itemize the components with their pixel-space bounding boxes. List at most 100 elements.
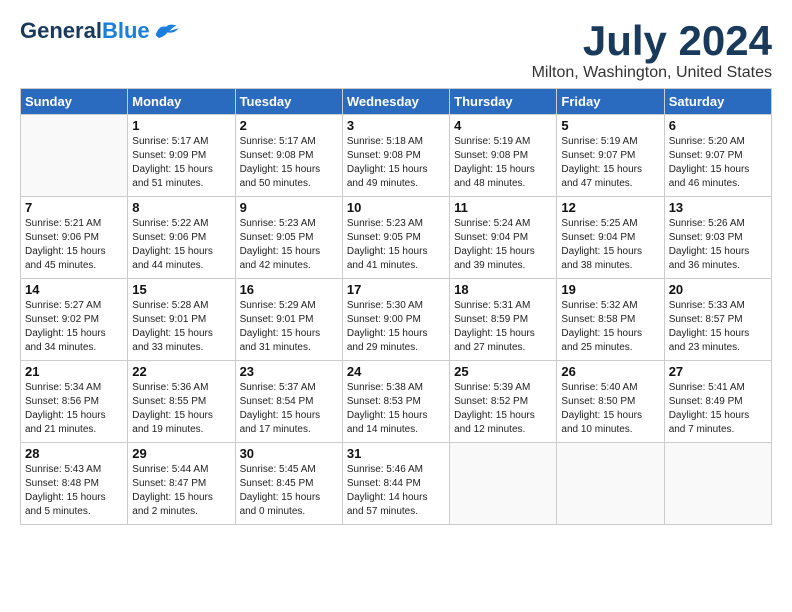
logo-general: GeneralBlue bbox=[20, 18, 150, 44]
calendar-cell: 27 Sunrise: 5:41 AM Sunset: 8:49 PM Dayli… bbox=[664, 361, 771, 443]
calendar-cell: 12Sunrise: 5:25 AM Sunset: 9:04 PM Dayli… bbox=[557, 197, 664, 279]
calendar-cell: 20Sunrise: 5:33 AM Sunset: 8:57 PM Dayli… bbox=[664, 279, 771, 361]
calendar-week-5: 28 Sunrise: 5:43 AM Sunset: 8:48 PM Dayli… bbox=[21, 443, 772, 525]
col-friday: Friday bbox=[557, 89, 664, 115]
calendar-cell: 15 Sunrise: 5:28 AM Sunset: 9:01 PM Dayli… bbox=[128, 279, 235, 361]
day-number: 5 bbox=[561, 118, 659, 133]
calendar-cell: 18 Sunrise: 5:31 AM Sunset: 8:59 PM Dayli… bbox=[450, 279, 557, 361]
calendar-week-3: 14Sunrise: 5:27 AM Sunset: 9:02 PM Dayli… bbox=[21, 279, 772, 361]
day-detail: Sunrise: 5:23 AM Sunset: 9:05 PM Dayligh… bbox=[347, 217, 445, 273]
day-number: 29 bbox=[132, 446, 230, 461]
day-detail: Sunrise: 5:37 AM Sunset: 8:54 PM Dayligh… bbox=[240, 381, 338, 437]
day-number: 26 bbox=[561, 364, 659, 379]
day-number: 6 bbox=[669, 118, 767, 133]
calendar-cell: 25 Sunrise: 5:39 AM Sunset: 8:52 PM Dayli… bbox=[450, 361, 557, 443]
col-wednesday: Wednesday bbox=[342, 89, 449, 115]
day-detail: Sunrise: 5:21 AM Sunset: 9:06 PM Dayligh… bbox=[25, 217, 123, 273]
day-detail: Sunrise: 5:34 AM Sunset: 8:56 PM Dayligh… bbox=[25, 381, 123, 437]
day-detail: Sunrise: 5:24 AM Sunset: 9:04 PM Dayligh… bbox=[454, 217, 552, 273]
calendar-cell: 10Sunrise: 5:23 AM Sunset: 9:05 PM Dayli… bbox=[342, 197, 449, 279]
day-detail: Sunrise: 5:36 AM Sunset: 8:55 PM Dayligh… bbox=[132, 381, 230, 437]
header-row: Sunday Monday Tuesday Wednesday Thursday… bbox=[21, 89, 772, 115]
day-number: 18 bbox=[454, 282, 552, 297]
calendar-cell: 5 Sunrise: 5:19 AM Sunset: 9:07 PM Daylig… bbox=[557, 115, 664, 197]
col-sunday: Sunday bbox=[21, 89, 128, 115]
day-number: 7 bbox=[25, 200, 123, 215]
day-number: 9 bbox=[240, 200, 338, 215]
day-detail: Sunrise: 5:20 AM Sunset: 9:07 PM Dayligh… bbox=[669, 135, 767, 191]
day-number: 3 bbox=[347, 118, 445, 133]
day-detail: Sunrise: 5:44 AM Sunset: 8:47 PM Dayligh… bbox=[132, 463, 230, 519]
calendar-cell: 30Sunrise: 5:45 AM Sunset: 8:45 PM Dayli… bbox=[235, 443, 342, 525]
calendar-cell: 7 Sunrise: 5:21 AM Sunset: 9:06 PM Daylig… bbox=[21, 197, 128, 279]
calendar-cell: 14Sunrise: 5:27 AM Sunset: 9:02 PM Dayli… bbox=[21, 279, 128, 361]
calendar-cell: 3Sunrise: 5:18 AM Sunset: 9:08 PM Daylig… bbox=[342, 115, 449, 197]
col-monday: Monday bbox=[128, 89, 235, 115]
day-detail: Sunrise: 5:43 AM Sunset: 8:48 PM Dayligh… bbox=[25, 463, 123, 519]
day-detail: Sunrise: 5:31 AM Sunset: 8:59 PM Dayligh… bbox=[454, 299, 552, 355]
calendar-cell: 8 Sunrise: 5:22 AM Sunset: 9:06 PM Daylig… bbox=[128, 197, 235, 279]
day-number: 19 bbox=[561, 282, 659, 297]
day-detail: Sunrise: 5:33 AM Sunset: 8:57 PM Dayligh… bbox=[669, 299, 767, 355]
calendar-cell bbox=[450, 443, 557, 525]
location-title: Milton, Washington, United States bbox=[532, 64, 772, 82]
calendar-cell: 21 Sunrise: 5:34 AM Sunset: 8:56 PM Dayli… bbox=[21, 361, 128, 443]
day-number: 11 bbox=[454, 200, 552, 215]
calendar-cell: 9 Sunrise: 5:23 AM Sunset: 9:05 PM Daylig… bbox=[235, 197, 342, 279]
calendar-cell: 31Sunrise: 5:46 AM Sunset: 8:44 PM Dayli… bbox=[342, 443, 449, 525]
calendar-cell: 26 Sunrise: 5:40 AM Sunset: 8:50 PM Dayli… bbox=[557, 361, 664, 443]
day-number: 24 bbox=[347, 364, 445, 379]
day-detail: Sunrise: 5:17 AM Sunset: 9:09 PM Dayligh… bbox=[132, 135, 230, 191]
calendar-cell: 28 Sunrise: 5:43 AM Sunset: 8:48 PM Dayli… bbox=[21, 443, 128, 525]
day-detail: Sunrise: 5:40 AM Sunset: 8:50 PM Dayligh… bbox=[561, 381, 659, 437]
header: GeneralBlue July 2024 Milton, Washington… bbox=[20, 18, 772, 82]
calendar-cell: 2Sunrise: 5:17 AM Sunset: 9:08 PM Daylig… bbox=[235, 115, 342, 197]
calendar-table: Sunday Monday Tuesday Wednesday Thursday… bbox=[20, 88, 772, 525]
day-number: 25 bbox=[454, 364, 552, 379]
calendar-cell bbox=[21, 115, 128, 197]
day-number: 21 bbox=[25, 364, 123, 379]
day-detail: Sunrise: 5:25 AM Sunset: 9:04 PM Dayligh… bbox=[561, 217, 659, 273]
day-detail: Sunrise: 5:32 AM Sunset: 8:58 PM Dayligh… bbox=[561, 299, 659, 355]
day-number: 13 bbox=[669, 200, 767, 215]
calendar-cell: 4 Sunrise: 5:19 AM Sunset: 9:08 PM Daylig… bbox=[450, 115, 557, 197]
day-number: 28 bbox=[25, 446, 123, 461]
day-number: 16 bbox=[240, 282, 338, 297]
day-number: 1 bbox=[132, 118, 230, 133]
calendar-cell: 22 Sunrise: 5:36 AM Sunset: 8:55 PM Dayli… bbox=[128, 361, 235, 443]
day-number: 8 bbox=[132, 200, 230, 215]
day-detail: Sunrise: 5:38 AM Sunset: 8:53 PM Dayligh… bbox=[347, 381, 445, 437]
day-number: 4 bbox=[454, 118, 552, 133]
calendar-week-2: 7 Sunrise: 5:21 AM Sunset: 9:06 PM Daylig… bbox=[21, 197, 772, 279]
col-tuesday: Tuesday bbox=[235, 89, 342, 115]
calendar-cell: 11 Sunrise: 5:24 AM Sunset: 9:04 PM Dayli… bbox=[450, 197, 557, 279]
day-detail: Sunrise: 5:39 AM Sunset: 8:52 PM Dayligh… bbox=[454, 381, 552, 437]
calendar-cell: 6 Sunrise: 5:20 AM Sunset: 9:07 PM Daylig… bbox=[664, 115, 771, 197]
calendar-cell: 16Sunrise: 5:29 AM Sunset: 9:01 PM Dayli… bbox=[235, 279, 342, 361]
day-detail: Sunrise: 5:19 AM Sunset: 9:08 PM Dayligh… bbox=[454, 135, 552, 191]
calendar-cell: 13 Sunrise: 5:26 AM Sunset: 9:03 PM Dayli… bbox=[664, 197, 771, 279]
calendar-cell: 23 Sunrise: 5:37 AM Sunset: 8:54 PM Dayli… bbox=[235, 361, 342, 443]
logo-bird-icon bbox=[152, 21, 180, 41]
calendar-cell: 1 Sunrise: 5:17 AM Sunset: 9:09 PM Daylig… bbox=[128, 115, 235, 197]
day-detail: Sunrise: 5:22 AM Sunset: 9:06 PM Dayligh… bbox=[132, 217, 230, 273]
day-detail: Sunrise: 5:19 AM Sunset: 9:07 PM Dayligh… bbox=[561, 135, 659, 191]
day-number: 17 bbox=[347, 282, 445, 297]
day-detail: Sunrise: 5:23 AM Sunset: 9:05 PM Dayligh… bbox=[240, 217, 338, 273]
page: GeneralBlue July 2024 Milton, Washington… bbox=[0, 0, 792, 535]
col-thursday: Thursday bbox=[450, 89, 557, 115]
day-detail: Sunrise: 5:30 AM Sunset: 9:00 PM Dayligh… bbox=[347, 299, 445, 355]
day-number: 27 bbox=[669, 364, 767, 379]
day-detail: Sunrise: 5:28 AM Sunset: 9:01 PM Dayligh… bbox=[132, 299, 230, 355]
day-number: 15 bbox=[132, 282, 230, 297]
day-detail: Sunrise: 5:26 AM Sunset: 9:03 PM Dayligh… bbox=[669, 217, 767, 273]
day-number: 23 bbox=[240, 364, 338, 379]
day-number: 30 bbox=[240, 446, 338, 461]
day-detail: Sunrise: 5:41 AM Sunset: 8:49 PM Dayligh… bbox=[669, 381, 767, 437]
col-saturday: Saturday bbox=[664, 89, 771, 115]
title-area: July 2024 Milton, Washington, United Sta… bbox=[532, 18, 772, 82]
day-number: 14 bbox=[25, 282, 123, 297]
calendar-week-1: 1 Sunrise: 5:17 AM Sunset: 9:09 PM Daylig… bbox=[21, 115, 772, 197]
day-number: 22 bbox=[132, 364, 230, 379]
calendar-cell: 29 Sunrise: 5:44 AM Sunset: 8:47 PM Dayli… bbox=[128, 443, 235, 525]
